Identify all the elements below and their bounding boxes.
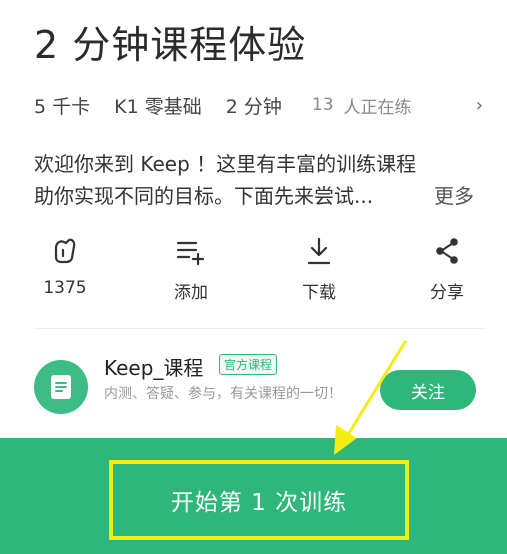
annotation-arrow bbox=[334, 340, 407, 455]
